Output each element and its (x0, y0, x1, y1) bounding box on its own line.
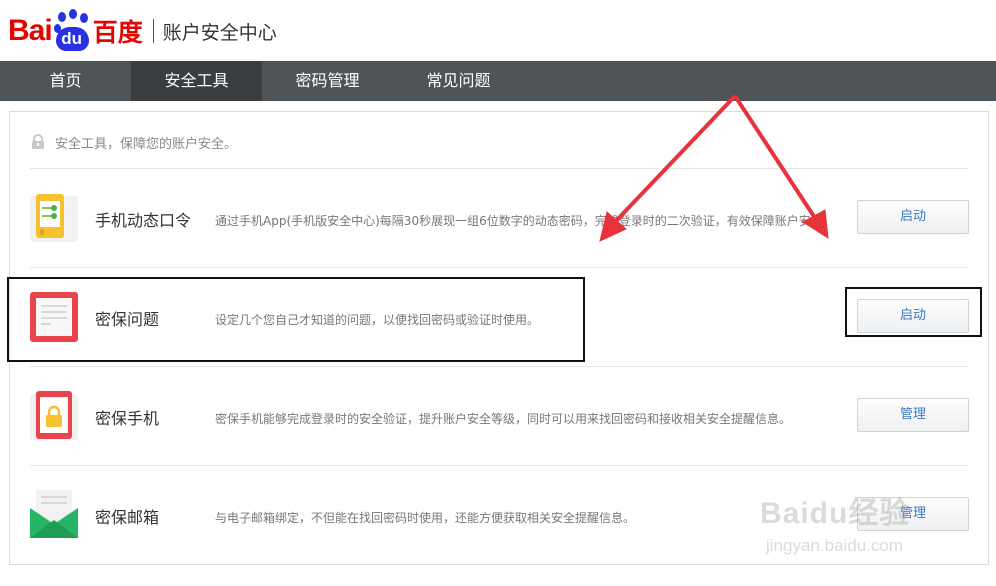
lock-icon (30, 134, 46, 150)
tool-name: 密保邮箱 (95, 508, 160, 527)
header: Bai du 百度 账户安全中心 (0, 0, 996, 61)
watermark-url: jingyan.baidu.com (766, 536, 904, 555)
logo-separator (152, 19, 154, 43)
highlight-box-row (7, 277, 585, 362)
nav-item-home[interactable]: 首页 (0, 61, 131, 101)
tool-description: 与电子邮箱绑定，不但能在找回密码时使用，还能方便获取相关安全提醒信息。 (215, 511, 636, 525)
nav-item-password-management[interactable]: 密码管理 (262, 61, 393, 101)
main-nav: 首页 安全工具 密码管理 常见问题 (0, 61, 996, 101)
baidu-logo[interactable]: Bai du 百度 账户安全中心 (8, 8, 277, 54)
tool-row-phone-token: 手机动态口令 通过手机App(手机版安全中心)每隔30秒展现一组6位数字的动态密… (30, 169, 969, 267)
tool-description: 密保手机能够完成登录时的安全验证，提升账户安全等级，同时可以用来找回密码和接收相… (215, 412, 792, 426)
panel-tip: 安全工具，保障您的账户安全。 (30, 132, 237, 152)
watermark-brand: Baidu经验 (760, 497, 911, 530)
nav-item-security-tools[interactable]: 安全工具 (131, 61, 262, 101)
tool-row-security-phone: 密保手机 密保手机能够完成登录时的安全验证，提升账户安全等级，同时可以用来找回密… (30, 367, 969, 465)
tool-description: 通过手机App(手机版安全中心)每隔30秒展现一组6位数字的动态密码，完成登录时… (215, 214, 835, 228)
paw-icon: du (53, 9, 91, 51)
logo-baidu-cn: 百度 (92, 18, 143, 47)
security-phone-icon (30, 391, 78, 441)
manage-security-phone-button[interactable]: 管理 (857, 398, 969, 432)
enable-phone-token-button[interactable]: 启动 (857, 200, 969, 234)
nav-item-faq[interactable]: 常见问题 (393, 61, 524, 101)
phone-token-icon (30, 193, 78, 243)
page-title: 账户安全中心 (162, 21, 277, 44)
panel-tip-text: 安全工具，保障您的账户安全。 (55, 136, 238, 152)
logo-du-text: du (61, 29, 83, 48)
tool-name: 密保手机 (95, 409, 160, 428)
logo-bai-text: Bai (8, 14, 53, 47)
watermark: Baidu经验 jingyan.baidu.com (760, 488, 960, 568)
security-email-icon (30, 490, 78, 540)
highlight-box-button (845, 287, 982, 337)
tool-name: 手机动态口令 (95, 211, 192, 230)
